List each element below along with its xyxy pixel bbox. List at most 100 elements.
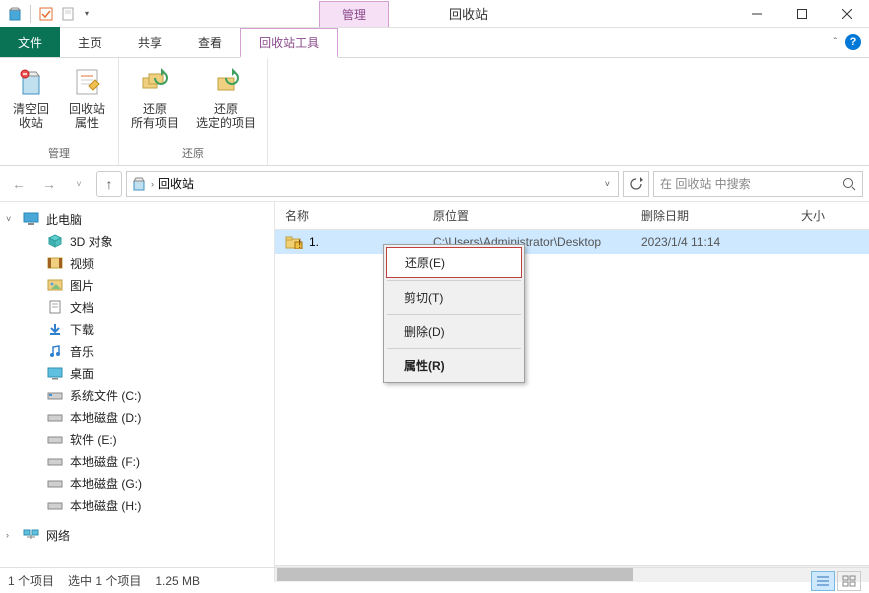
tree-label: 本地磁盘 (F:) [70, 453, 140, 470]
drive-icon [46, 409, 64, 425]
context-delete[interactable]: 删除(D) [386, 317, 522, 346]
maximize-button[interactable] [779, 0, 824, 28]
tree-drive-h[interactable]: 本地磁盘 (H:) [0, 494, 274, 516]
search-icon[interactable] [842, 177, 856, 191]
details-view-button[interactable] [811, 571, 835, 591]
qat-dropdown-icon[interactable]: ▾ [81, 9, 93, 18]
ribbon-group-manage-label: 管理 [8, 143, 110, 163]
tree-label: 桌面 [70, 365, 94, 382]
tree-music[interactable]: 音乐 [0, 340, 274, 362]
empty-recycle-bin-button[interactable]: 清空回 收站 [8, 66, 54, 131]
up-button[interactable]: ↑ [96, 171, 122, 197]
tree-documents[interactable]: 文档 [0, 296, 274, 318]
column-header-location[interactable]: 原位置 [423, 207, 631, 224]
tree-desktop[interactable]: 桌面 [0, 362, 274, 384]
context-menu: 还原(E) 剪切(T) 删除(D) 属性(R) [383, 244, 525, 383]
restore-all-icon [139, 66, 171, 98]
tab-view[interactable]: 查看 [180, 27, 240, 57]
refresh-button[interactable] [623, 171, 649, 197]
recent-locations-dropdown[interactable]: ˅ [66, 171, 92, 197]
qat-doc-icon[interactable] [59, 5, 77, 23]
tree-drive-f[interactable]: 本地磁盘 (F:) [0, 450, 274, 472]
status-selection: 选中 1 个项目 [68, 572, 141, 589]
navigation-bar: ← → ˅ ↑ › 回收站 ˅ 在 回收站 中搜索 [0, 166, 869, 202]
navigation-pane[interactable]: ˅ 此电脑 3D 对象 视频 图片 文档 下载 音乐 桌面 系统文件 (C:) … [0, 202, 275, 582]
tree-label: 3D 对象 [70, 233, 113, 250]
ribbon-tab-bar: 文件 主页 共享 查看 回收站工具 ˆ ? [0, 28, 869, 58]
tree-drive-e[interactable]: 软件 (E:) [0, 428, 274, 450]
download-icon [46, 321, 64, 337]
bin-props-icon [71, 66, 103, 98]
empty-bin-icon [15, 66, 47, 98]
ribbon-group-manage: 清空回 收站 回收站 属性 管理 [0, 58, 119, 165]
expand-arrow-icon[interactable]: ˅ [6, 214, 11, 224]
breadcrumb-location[interactable]: 回收站 [158, 175, 194, 192]
recycle-bin-breadcrumb-icon [131, 176, 147, 192]
restore-selected-icon [210, 66, 242, 98]
tab-share[interactable]: 共享 [120, 27, 180, 57]
ribbon-collapse-icon[interactable]: ˆ [834, 37, 837, 48]
address-dropdown-icon[interactable]: ˅ [601, 179, 614, 189]
tree-drive-g[interactable]: 本地磁盘 (G:) [0, 472, 274, 494]
tree-videos[interactable]: 视频 [0, 252, 274, 274]
tree-drive-d[interactable]: 本地磁盘 (D:) [0, 406, 274, 428]
desktop-icon [46, 365, 64, 381]
help-icon[interactable]: ? [845, 34, 861, 50]
music-icon [46, 343, 64, 359]
status-bar: 1 个项目 选中 1 个项目 1.25 MB [0, 567, 869, 593]
context-properties[interactable]: 属性(R) [386, 351, 522, 380]
back-button[interactable]: ← [6, 171, 32, 197]
recycle-bin-properties-button[interactable]: 回收站 属性 [64, 66, 110, 131]
tree-label: 本地磁盘 (H:) [70, 497, 141, 514]
picture-icon [46, 277, 64, 293]
forward-button[interactable]: → [36, 171, 62, 197]
ribbon: 清空回 收站 回收站 属性 管理 还原 所有项目 还原 [0, 58, 869, 166]
network-icon [22, 527, 40, 543]
expand-arrow-icon[interactable]: › [6, 530, 9, 540]
address-bar[interactable]: › 回收站 ˅ [126, 171, 619, 197]
tree-label: 视频 [70, 255, 94, 272]
video-icon [46, 255, 64, 271]
tree-label: 本地磁盘 (D:) [70, 409, 141, 426]
search-input[interactable]: 在 回收站 中搜索 [653, 171, 863, 197]
tree-label: 文档 [70, 299, 94, 316]
context-separator [387, 314, 521, 315]
recycle-bin-icon [6, 5, 24, 23]
search-placeholder: 在 回收站 中搜索 [660, 175, 751, 192]
file-list[interactable]: ! 1. C:\Users\Administrator\Desktop 2023… [275, 230, 869, 565]
restore-all-button[interactable]: 还原 所有项目 [127, 66, 183, 131]
column-header-name[interactable]: 名称 [275, 207, 423, 224]
thumbnails-view-button[interactable] [837, 571, 861, 591]
tree-this-pc[interactable]: ˅ 此电脑 [0, 208, 274, 230]
drive-icon [46, 453, 64, 469]
tree-3d-objects[interactable]: 3D 对象 [0, 230, 274, 252]
contextual-tab-label: 管理 [319, 1, 389, 27]
empty-bin-label: 清空回 收站 [13, 102, 49, 131]
document-icon [46, 299, 64, 315]
drive-icon [46, 431, 64, 447]
file-row[interactable]: ! 1. C:\Users\Administrator\Desktop 2023… [275, 230, 869, 254]
ribbon-group-restore-label: 还原 [127, 143, 259, 163]
status-item-count: 1 个项目 [8, 572, 54, 589]
tab-home[interactable]: 主页 [60, 27, 120, 57]
context-cut[interactable]: 剪切(T) [386, 283, 522, 312]
close-button[interactable] [824, 0, 869, 28]
tree-pictures[interactable]: 图片 [0, 274, 274, 296]
file-tab[interactable]: 文件 [0, 27, 60, 57]
restore-selected-label: 还原 选定的项目 [196, 102, 256, 131]
restore-selected-button[interactable]: 还原 选定的项目 [193, 66, 259, 131]
tree-downloads[interactable]: 下载 [0, 318, 274, 340]
tab-recycle-bin-tools[interactable]: 回收站工具 [240, 28, 338, 58]
column-header-date[interactable]: 删除日期 [631, 207, 791, 224]
drive-icon [46, 475, 64, 491]
drive-icon [46, 497, 64, 513]
tree-network[interactable]: › 网络 [0, 524, 274, 546]
context-separator [387, 280, 521, 281]
tree-label: 网络 [46, 527, 70, 544]
tree-drive-c[interactable]: 系统文件 (C:) [0, 384, 274, 406]
column-header-size[interactable]: 大小 [791, 207, 869, 224]
breadcrumb-chevron-icon[interactable]: › [151, 179, 154, 189]
context-restore[interactable]: 还原(E) [386, 247, 522, 278]
qat-checkbox-icon[interactable] [37, 5, 55, 23]
minimize-button[interactable] [734, 0, 779, 28]
